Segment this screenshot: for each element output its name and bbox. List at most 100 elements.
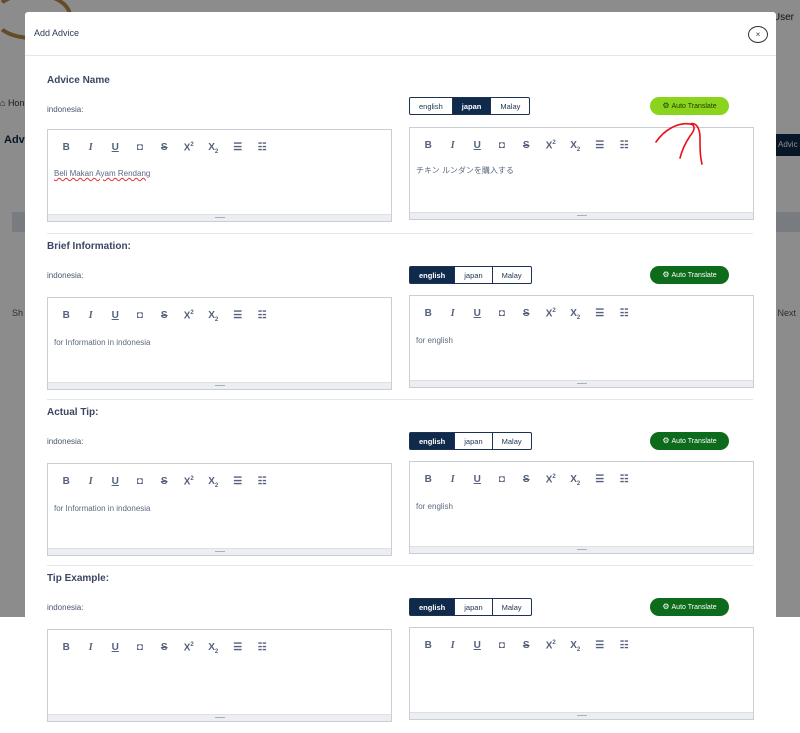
editor-resize-bar[interactable] <box>48 548 391 555</box>
superscript-button[interactable]: X2 <box>177 142 202 155</box>
tab-malay[interactable]: Malay <box>492 598 532 616</box>
source-editor[interactable]: B I U ◘ S X2 X2 ☰ ☷ <box>47 629 392 722</box>
superscript-button[interactable]: X2 <box>539 140 564 153</box>
subscript-button[interactable]: X2 <box>201 642 226 655</box>
translation-editor[interactable]: B I U ◘ S X2 X2 ☰ ☷ for english <box>409 295 754 388</box>
italic-button[interactable]: I <box>441 640 466 653</box>
strikethrough-button[interactable]: S <box>514 308 539 321</box>
numbered-list-button[interactable]: ☷ <box>612 640 637 653</box>
numbered-list-button[interactable]: ☷ <box>250 310 275 323</box>
strikethrough-button[interactable]: S <box>152 142 177 155</box>
editor-resize-bar[interactable] <box>48 714 391 721</box>
strikethrough-button[interactable]: S <box>514 474 539 487</box>
bold-button[interactable]: B <box>416 140 441 153</box>
bold-button[interactable]: B <box>416 474 441 487</box>
translation-editor-text[interactable]: チキン ルンダンを購入する <box>416 165 514 176</box>
bulleted-list-button[interactable]: ☰ <box>226 642 251 655</box>
bulleted-list-button[interactable]: ☰ <box>588 308 613 321</box>
italic-button[interactable]: I <box>441 308 466 321</box>
bulleted-list-button[interactable]: ☰ <box>226 142 251 155</box>
bulleted-list-button[interactable]: ☰ <box>588 474 613 487</box>
editor-resize-bar[interactable] <box>48 214 391 221</box>
source-editor-text[interactable]: for Information in indonesia <box>54 338 151 347</box>
underline-button[interactable]: U <box>103 310 128 323</box>
eraser-button[interactable]: ◘ <box>490 474 515 487</box>
numbered-list-button[interactable]: ☷ <box>612 140 637 153</box>
source-editor-text[interactable]: for Information in indonesia <box>54 504 151 513</box>
auto-translate-button[interactable]: ⚙ Auto Translate <box>650 598 729 616</box>
tab-english[interactable]: english <box>409 598 456 616</box>
source-editor[interactable]: B I U ◘ S X2 X2 ☰ ☷ for Information in indonesia <box>47 297 392 390</box>
eraser-button[interactable]: ◘ <box>128 642 153 655</box>
tab-japan[interactable]: japan <box>455 266 493 284</box>
tab-malay[interactable]: Malay <box>491 97 531 115</box>
source-editor[interactable]: B I U ◘ S X2 X2 ☰ ☷ Beli Makan Ayam Rendang <box>47 129 392 222</box>
editor-resize-bar[interactable] <box>410 212 753 219</box>
source-editor[interactable]: B I U ◘ S X2 X2 ☰ ☷ for Information in indonesia <box>47 463 392 556</box>
auto-translate-button[interactable]: ⚙ Auto Translate <box>650 266 729 284</box>
close-button[interactable]: × <box>748 26 768 43</box>
tab-english[interactable]: english <box>409 432 456 450</box>
auto-translate-button[interactable]: ⚙ Auto Translate <box>650 97 729 115</box>
tab-malay[interactable]: Malay <box>492 432 532 450</box>
bold-button[interactable]: B <box>416 640 441 653</box>
subscript-button[interactable]: X2 <box>563 140 588 153</box>
tab-english[interactable]: english <box>409 97 453 115</box>
strikethrough-button[interactable]: S <box>152 476 177 489</box>
tab-malay[interactable]: Malay <box>492 266 532 284</box>
strikethrough-button[interactable]: S <box>514 640 539 653</box>
subscript-button[interactable]: X2 <box>563 308 588 321</box>
eraser-button[interactable]: ◘ <box>128 476 153 489</box>
underline-button[interactable]: U <box>465 640 490 653</box>
subscript-button[interactable]: X2 <box>201 476 226 489</box>
tab-japan[interactable]: japan <box>455 432 493 450</box>
italic-button[interactable]: I <box>79 142 104 155</box>
editor-resize-bar[interactable] <box>410 712 753 719</box>
strikethrough-button[interactable]: S <box>152 642 177 655</box>
superscript-button[interactable]: X2 <box>539 640 564 653</box>
numbered-list-button[interactable]: ☷ <box>612 308 637 321</box>
bold-button[interactable]: B <box>54 642 79 655</box>
strikethrough-button[interactable]: S <box>152 310 177 323</box>
bold-button[interactable]: B <box>416 308 441 321</box>
strikethrough-button[interactable]: S <box>514 140 539 153</box>
superscript-button[interactable]: X2 <box>539 308 564 321</box>
italic-button[interactable]: I <box>441 140 466 153</box>
bulleted-list-button[interactable]: ☰ <box>226 476 251 489</box>
bulleted-list-button[interactable]: ☰ <box>588 140 613 153</box>
translation-editor-text[interactable]: for english <box>416 336 453 345</box>
subscript-button[interactable]: X2 <box>563 640 588 653</box>
subscript-button[interactable]: X2 <box>201 142 226 155</box>
italic-button[interactable]: I <box>79 642 104 655</box>
translation-editor[interactable]: B I U ◘ S X2 X2 ☰ ☷ for english <box>409 461 754 554</box>
superscript-button[interactable]: X2 <box>539 474 564 487</box>
underline-button[interactable]: U <box>465 140 490 153</box>
editor-resize-bar[interactable] <box>410 380 753 387</box>
underline-button[interactable]: U <box>103 476 128 489</box>
subscript-button[interactable]: X2 <box>563 474 588 487</box>
underline-button[interactable]: U <box>465 308 490 321</box>
tab-japan[interactable]: japan <box>452 97 492 115</box>
eraser-button[interactable]: ◘ <box>490 308 515 321</box>
underline-button[interactable]: U <box>103 142 128 155</box>
auto-translate-button[interactable]: ⚙ Auto Translate <box>650 432 729 450</box>
tab-japan[interactable]: japan <box>455 598 493 616</box>
bold-button[interactable]: B <box>54 310 79 323</box>
superscript-button[interactable]: X2 <box>177 476 202 489</box>
translation-editor[interactable]: B I U ◘ S X2 X2 ☰ ☷ <box>409 627 754 720</box>
superscript-button[interactable]: X2 <box>177 310 202 323</box>
numbered-list-button[interactable]: ☷ <box>250 642 275 655</box>
eraser-button[interactable]: ◘ <box>128 310 153 323</box>
subscript-button[interactable]: X2 <box>201 310 226 323</box>
bold-button[interactable]: B <box>54 476 79 489</box>
numbered-list-button[interactable]: ☷ <box>250 142 275 155</box>
source-editor-text[interactable]: Beli Makan Ayam Rendang <box>54 169 150 178</box>
bulleted-list-button[interactable]: ☰ <box>226 310 251 323</box>
numbered-list-button[interactable]: ☷ <box>250 476 275 489</box>
underline-button[interactable]: U <box>103 642 128 655</box>
numbered-list-button[interactable]: ☷ <box>612 474 637 487</box>
eraser-button[interactable]: ◘ <box>490 640 515 653</box>
eraser-button[interactable]: ◘ <box>128 142 153 155</box>
translation-editor-text[interactable]: for english <box>416 502 453 511</box>
bulleted-list-button[interactable]: ☰ <box>588 640 613 653</box>
